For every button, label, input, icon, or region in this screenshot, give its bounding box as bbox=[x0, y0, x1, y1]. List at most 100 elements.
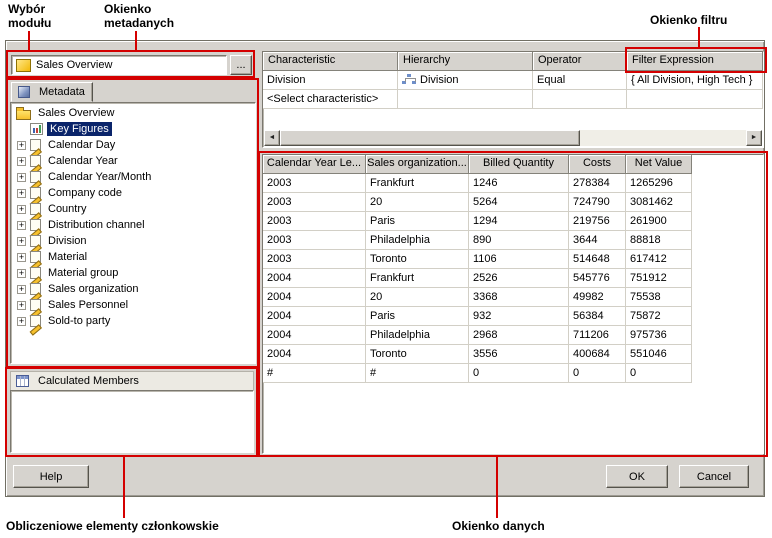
data-cell[interactable]: 278384 bbox=[569, 174, 626, 193]
filter-column-header[interactable]: Characteristic bbox=[263, 52, 398, 71]
cell-operator[interactable]: Equal bbox=[533, 71, 627, 90]
browse-button[interactable]: ... bbox=[230, 55, 252, 75]
scroll-left-button[interactable]: ◄ bbox=[264, 130, 280, 146]
data-cell[interactable]: 5264 bbox=[469, 193, 569, 212]
data-column-header[interactable]: Sales organization... bbox=[366, 155, 469, 174]
data-cell[interactable]: 617412 bbox=[626, 250, 692, 269]
filter-row[interactable]: DivisionDivisionEqual{ All Division, Hig… bbox=[263, 71, 763, 90]
data-cell[interactable]: 1265296 bbox=[626, 174, 692, 193]
data-cell[interactable]: 545776 bbox=[569, 269, 626, 288]
expand-plus-icon[interactable]: + bbox=[17, 269, 26, 278]
data-cell[interactable]: 2003 bbox=[263, 212, 366, 231]
data-cell[interactable]: 2004 bbox=[263, 288, 366, 307]
data-cell[interactable]: Toronto bbox=[366, 345, 469, 364]
data-cell[interactable]: 0 bbox=[569, 364, 626, 383]
filter-column-header[interactable]: Hierarchy bbox=[398, 52, 533, 71]
data-cell[interactable]: Paris bbox=[366, 307, 469, 326]
data-cell[interactable]: Toronto bbox=[366, 250, 469, 269]
tree-item[interactable]: +Sales organization bbox=[13, 281, 255, 297]
data-row[interactable]: 2004Frankfurt2526545776751912 bbox=[263, 269, 763, 288]
data-cell[interactable]: 3081462 bbox=[626, 193, 692, 212]
data-cell[interactable]: 2003 bbox=[263, 250, 366, 269]
filter-grid-hscrollbar[interactable]: ◄ ► bbox=[264, 130, 762, 146]
data-row[interactable]: 2004Toronto3556400684551046 bbox=[263, 345, 763, 364]
expand-plus-icon[interactable]: + bbox=[17, 141, 26, 150]
data-cell[interactable]: 724790 bbox=[569, 193, 626, 212]
tree-item[interactable]: +Material group bbox=[13, 265, 255, 281]
data-row[interactable]: ##000 bbox=[263, 364, 763, 383]
data-cell[interactable]: Philadelphia bbox=[366, 231, 469, 250]
tree-item[interactable]: +Calendar Year/Month bbox=[13, 169, 255, 185]
data-cell[interactable]: # bbox=[263, 364, 366, 383]
data-cell[interactable]: Philadelphia bbox=[366, 326, 469, 345]
tree-root-sales-overview[interactable]: Sales Overview bbox=[13, 105, 255, 121]
data-cell[interactable]: 2004 bbox=[263, 307, 366, 326]
data-cell[interactable]: 261900 bbox=[626, 212, 692, 231]
data-cell[interactable]: 20 bbox=[366, 193, 469, 212]
data-cell[interactable]: 49982 bbox=[569, 288, 626, 307]
data-cell[interactable]: 2003 bbox=[263, 231, 366, 250]
tree-item[interactable]: +Company code bbox=[13, 185, 255, 201]
tree-item[interactable]: +Sold-to party bbox=[13, 313, 255, 329]
tree-item[interactable]: +Division bbox=[13, 233, 255, 249]
module-selector-field[interactable]: Sales Overview bbox=[11, 55, 227, 75]
data-column-header[interactable]: Calendar Year Le... bbox=[263, 155, 366, 174]
data-row[interactable]: 2004Paris9325638475872 bbox=[263, 307, 763, 326]
data-cell[interactable]: 711206 bbox=[569, 326, 626, 345]
data-column-header[interactable]: Billed Quantity bbox=[469, 155, 569, 174]
data-cell[interactable]: 2004 bbox=[263, 326, 366, 345]
data-row[interactable]: 20032052647247903081462 bbox=[263, 193, 763, 212]
data-cell[interactable]: 88818 bbox=[626, 231, 692, 250]
data-cell[interactable]: 551046 bbox=[626, 345, 692, 364]
help-button[interactable]: Help bbox=[13, 465, 89, 488]
cell-hierarchy[interactable] bbox=[398, 90, 533, 109]
data-cell[interactable]: # bbox=[366, 364, 469, 383]
data-cell[interactable]: 514648 bbox=[569, 250, 626, 269]
data-cell[interactable]: Paris bbox=[366, 212, 469, 231]
data-cell[interactable]: 3556 bbox=[469, 345, 569, 364]
data-cell[interactable]: 890 bbox=[469, 231, 569, 250]
data-cell[interactable]: 751912 bbox=[626, 269, 692, 288]
data-cell[interactable]: 3644 bbox=[569, 231, 626, 250]
data-cell[interactable]: 20 bbox=[366, 288, 469, 307]
expand-plus-icon[interactable]: + bbox=[17, 301, 26, 310]
tree-item[interactable]: +Sales Personnel bbox=[13, 297, 255, 313]
ok-button[interactable]: OK bbox=[606, 465, 668, 488]
data-cell[interactable]: 75872 bbox=[626, 307, 692, 326]
data-cell[interactable]: 400684 bbox=[569, 345, 626, 364]
calculated-members-list[interactable] bbox=[10, 390, 254, 453]
data-cell[interactable]: 1294 bbox=[469, 212, 569, 231]
filter-column-header[interactable]: Operator bbox=[533, 52, 627, 71]
data-cell[interactable]: 975736 bbox=[626, 326, 692, 345]
data-row[interactable]: 20042033684998275538 bbox=[263, 288, 763, 307]
metadata-tree[interactable]: Sales Overview Key Figures+Calendar Day+… bbox=[10, 102, 256, 364]
data-cell[interactable]: 219756 bbox=[569, 212, 626, 231]
cell-characteristic[interactable]: Division bbox=[263, 71, 398, 90]
filter-column-header[interactable]: Filter Expression bbox=[627, 52, 763, 71]
data-row[interactable]: 2004Philadelphia2968711206975736 bbox=[263, 326, 763, 345]
scroll-right-button[interactable]: ► bbox=[746, 130, 762, 146]
data-cell[interactable]: 1246 bbox=[469, 174, 569, 193]
data-cell[interactable]: 2003 bbox=[263, 193, 366, 212]
data-column-header[interactable]: Net Value bbox=[626, 155, 692, 174]
expand-plus-icon[interactable]: + bbox=[17, 157, 26, 166]
data-cell[interactable]: Frankfurt bbox=[366, 269, 469, 288]
cell-filter-expression[interactable]: { All Division, High Tech } bbox=[627, 71, 763, 90]
data-cell[interactable]: 3368 bbox=[469, 288, 569, 307]
tab-metadata[interactable]: Metadata bbox=[11, 82, 93, 102]
data-cell[interactable]: 2004 bbox=[263, 269, 366, 288]
expand-plus-icon[interactable]: + bbox=[17, 317, 26, 326]
data-cell[interactable]: 75538 bbox=[626, 288, 692, 307]
cancel-button[interactable]: Cancel bbox=[679, 465, 749, 488]
filter-row[interactable]: <Select characteristic> bbox=[263, 90, 763, 109]
data-cell[interactable]: 1106 bbox=[469, 250, 569, 269]
tree-item[interactable]: +Distribution channel bbox=[13, 217, 255, 233]
data-row[interactable]: 2003Toronto1106514648617412 bbox=[263, 250, 763, 269]
data-row[interactable]: 2003Frankfurt12462783841265296 bbox=[263, 174, 763, 193]
tree-item[interactable]: Key Figures bbox=[13, 121, 255, 137]
cell-operator[interactable] bbox=[533, 90, 627, 109]
cell-filter-expression[interactable] bbox=[627, 90, 763, 109]
data-row[interactable]: 2003Paris1294219756261900 bbox=[263, 212, 763, 231]
scroll-thumb[interactable] bbox=[280, 130, 580, 146]
data-cell[interactable]: 0 bbox=[626, 364, 692, 383]
